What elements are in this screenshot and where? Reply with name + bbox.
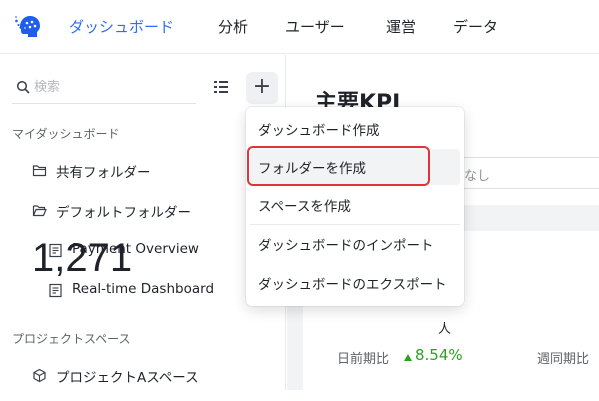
- kpi-compare-value: 8.54%: [415, 346, 463, 364]
- tree-item-label: プロジェクトAスペース: [56, 370, 199, 386]
- list-view-icon[interactable]: [212, 78, 230, 96]
- kpi-unit: 人: [438, 322, 452, 337]
- folder-open-icon: [32, 205, 47, 217]
- filter-value: なし: [464, 169, 491, 184]
- search-icon: [16, 80, 30, 94]
- search-input[interactable]: [34, 75, 194, 99]
- brain-logo-icon[interactable]: [14, 13, 42, 41]
- nav-users[interactable]: ユーザー: [285, 17, 345, 37]
- up-arrow-icon: [404, 354, 412, 361]
- menu-item-create-space[interactable]: スペースを作成: [250, 187, 460, 223]
- cube-icon: [33, 368, 46, 383]
- menu-item-label: スペースを作成: [258, 199, 351, 215]
- tree-item-realtime-dashboard[interactable]: Real-time Dashboard: [48, 279, 278, 303]
- tree-item-default-folder[interactable]: デフォルトフォルダー: [32, 199, 272, 223]
- top-nav-bar: ダッシュボード 分析 ユーザー 運営 データ: [0, 0, 599, 54]
- add-button[interactable]: +: [246, 72, 278, 104]
- dashboard-doc-icon: [49, 283, 62, 298]
- tree-item-shared-folder[interactable]: 共有フォルダー: [32, 159, 272, 183]
- tree-item-label: デフォルトフォルダー: [56, 205, 191, 221]
- folder-icon: [32, 165, 47, 177]
- kpi-compare-label: 日前期比: [337, 352, 390, 367]
- search-underline: [12, 103, 196, 104]
- menu-item-label: ダッシュボードのインポート: [258, 238, 434, 254]
- tree-item-project-a-space[interactable]: プロジェクトAスペース: [32, 364, 272, 388]
- add-dropdown-menu: ダッシュボード作成 フォルダーを作成 スペースを作成 ダッシュボードのインポート…: [246, 107, 464, 306]
- sidebar: + マイダッシュボード 共有フォルダー デフォルトフォルダー Payment O…: [0, 55, 286, 390]
- menu-item-export-dashboard[interactable]: ダッシュボードのエクスポート: [250, 265, 460, 301]
- menu-divider: [250, 224, 460, 225]
- menu-item-label: ダッシュボードのエクスポート: [258, 277, 447, 293]
- nav-dashboard[interactable]: ダッシュボード: [69, 17, 174, 37]
- plus-icon: +: [252, 74, 272, 99]
- my-dashboards-title: マイダッシュボード: [12, 127, 120, 141]
- project-spaces-title: プロジェクトスペース: [12, 332, 131, 346]
- menu-item-label: ダッシュボード作成: [258, 123, 380, 139]
- kpi-compare-label-2: 週同期比: [537, 352, 590, 367]
- nav-data[interactable]: データ: [453, 17, 498, 37]
- nav-analysis[interactable]: 分析: [218, 17, 248, 37]
- tree-item-label: 共有フォルダー: [56, 165, 151, 181]
- highlight-box: [247, 146, 430, 186]
- nav-operations[interactable]: 運営: [386, 17, 416, 37]
- kpi-value: 1,271: [32, 236, 133, 280]
- menu-item-import-dashboard[interactable]: ダッシュボードのインポート: [250, 226, 460, 262]
- tree-item-label: Real-time Dashboard: [72, 281, 215, 297]
- menu-item-create-dashboard[interactable]: ダッシュボード作成: [250, 111, 460, 147]
